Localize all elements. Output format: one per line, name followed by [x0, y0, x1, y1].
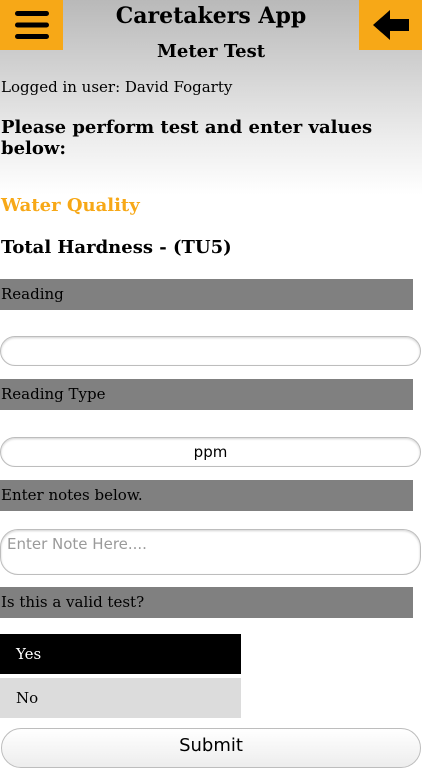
logged-in-user: Logged in user: David Fogarty [1, 78, 233, 96]
back-button[interactable] [359, 0, 422, 50]
reading-input[interactable] [0, 336, 421, 366]
valid-test-label: Is this a valid test? [0, 587, 413, 618]
notes-label: Enter notes below. [0, 480, 413, 511]
reading-label: Reading [0, 279, 413, 310]
instructions-text: Please perform test and enter values bel… [1, 117, 373, 159]
notes-input[interactable]: Enter Note Here.... [0, 529, 421, 575]
test-name: Total Hardness - (TU5) [1, 237, 232, 258]
valid-no-option[interactable]: No [0, 678, 241, 718]
valid-yes-option[interactable]: Yes [0, 634, 241, 674]
reading-type-label: Reading Type [0, 379, 413, 410]
submit-button[interactable]: Submit [1, 728, 421, 768]
section-title: Water Quality [1, 195, 140, 216]
arrow-left-icon [372, 10, 409, 40]
reading-type-input[interactable]: ppm [0, 437, 421, 467]
